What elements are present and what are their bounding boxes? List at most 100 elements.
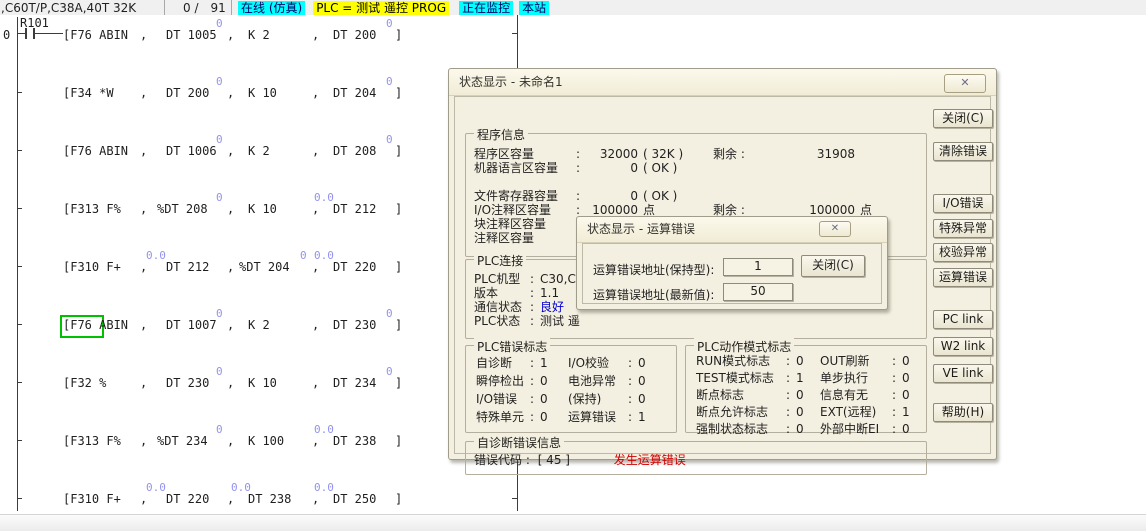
info-line: 程序区容量 : 32000 ( 32K ) 剩余 : 31908 — [474, 147, 922, 161]
operand: K 10 — [248, 86, 277, 100]
instruction: [F76 ABIN — [63, 318, 128, 332]
instruction: [F76 ABIN — [63, 144, 128, 158]
ladder-rung[interactable]: [F76 ABIN , DT 1005 0 , K 2 , DT 200 0 ] — [0, 17, 530, 47]
colon: : — [786, 422, 796, 436]
flag-value: 0 — [796, 405, 820, 419]
pc-link-button[interactable]: PC link — [933, 310, 993, 329]
info-unit: ( OK ) — [638, 189, 713, 203]
io-error-button[interactable]: I/O错误 — [933, 194, 993, 213]
operand: DT 1005 — [166, 28, 217, 42]
monitor-value: 0 — [216, 307, 223, 320]
operand: DT 220 — [166, 492, 209, 506]
monitor-value: 0.0 — [146, 249, 166, 262]
flag-label: (保持) — [568, 392, 628, 406]
flag-label: 自诊断 — [476, 356, 530, 370]
flag-value: 0 — [638, 356, 646, 370]
colon: : — [530, 374, 540, 388]
monitor-value: 0 — [300, 249, 307, 262]
operand: DT 200 — [166, 86, 209, 100]
monitor-value: 0.0 — [314, 191, 334, 204]
info-line: PLC机型 : C30,C60 — [474, 272, 591, 286]
instruction: [F76 ABIN — [63, 28, 128, 42]
colon: : — [530, 300, 540, 314]
monitor-value: 0.0 — [146, 481, 166, 494]
hold-address-value: 1 — [723, 258, 793, 276]
close-button[interactable]: 关闭(C) — [801, 255, 865, 277]
comma: , — [140, 434, 147, 448]
bracket: ] — [395, 86, 402, 100]
operation-error-button[interactable]: 运算错误 — [933, 268, 993, 287]
remaining-unit: 点 — [855, 203, 872, 217]
flag-label: OUT刷新 — [820, 354, 892, 368]
flag-label: 信息有无 — [820, 388, 892, 402]
info-label: 注释区容量 — [474, 231, 576, 245]
comma: , — [312, 144, 319, 158]
instruction: [F313 F% — [63, 434, 121, 448]
colon: : — [628, 374, 638, 388]
info-line: 文件寄存器容量 : 0 ( OK ) — [474, 189, 922, 203]
close-button[interactable]: 关闭(C) — [933, 109, 993, 128]
info-unit: 点 — [638, 203, 713, 217]
plc-mode-flags-groupbox: PLC动作模式标志 RUN模式标志:0 OUT刷新:0 TEST模式标志:1 单… — [685, 345, 927, 433]
flag-value: 0 — [638, 392, 646, 406]
info-line: PLC状态 : 测试 遥 — [474, 314, 591, 328]
rung-stub — [17, 382, 22, 383]
monitor-value: 0 — [216, 133, 223, 146]
flag-label: TEST模式标志 — [696, 371, 786, 385]
bracket: ] — [395, 144, 402, 158]
bracket: ] — [395, 492, 402, 506]
info-label: 程序区容量 — [474, 147, 576, 161]
colon: : — [530, 410, 540, 424]
colon: : — [530, 314, 540, 328]
flag-value: 0 — [796, 422, 820, 436]
dialog-title-bar[interactable]: 状态显示 - 未命名1 — [449, 69, 996, 96]
close-icon[interactable]: ✕ — [944, 74, 986, 93]
comma: , — [227, 376, 234, 390]
operand: K 10 — [248, 376, 277, 390]
colon: : — [576, 189, 586, 203]
info-line: 通信状态 : 良好 — [474, 300, 591, 314]
comma: , — [312, 202, 319, 216]
bracket: ] — [395, 318, 402, 332]
flag-label: 电池异常 — [568, 374, 628, 388]
flag-label: 强制状态标志 — [696, 422, 786, 436]
comma: , — [140, 260, 147, 274]
remaining-label: 剩余 : — [713, 203, 763, 217]
rung-stub — [17, 266, 22, 267]
self-diagnosis-groupbox: 自诊断错误信息 错误代码 : [ 45 ] 发生运算错误 — [465, 441, 927, 475]
verify-abnormal-button[interactable]: 校验异常 — [933, 243, 993, 262]
ve-link-button[interactable]: VE link — [933, 364, 993, 383]
flag-label: 外部中断EI — [820, 422, 892, 436]
close-icon[interactable]: ✕ — [819, 221, 851, 237]
groupbox-legend: PLC连接 — [474, 252, 526, 269]
plc-mode-badge: PLC = 测试 遥控 PROG — [313, 1, 449, 15]
operand: %DT 204 — [239, 260, 290, 274]
flag-label: 瞬停检出 — [476, 374, 530, 388]
statusbar-divider — [231, 0, 232, 15]
flag-value: 1 — [638, 410, 646, 424]
operand: DT 208 — [333, 144, 376, 158]
info-value: 32000 — [586, 147, 638, 161]
flag-label: I/O校验 — [568, 356, 628, 370]
colon: : — [786, 388, 796, 402]
bracket: ] — [395, 376, 402, 390]
help-button[interactable]: 帮助(H) — [933, 403, 993, 422]
plc-error-flags-groupbox: PLC错误标志 自诊断:1 I/O校验:0 瞬停检出:0 电池异常:0 I/O错… — [465, 345, 677, 433]
comma: , — [312, 86, 319, 100]
clear-error-button[interactable]: 清除错误 — [933, 142, 993, 161]
colon: : — [628, 392, 638, 406]
groupbox-legend: PLC动作模式标志 — [694, 338, 794, 355]
monitor-value: 0.0 — [314, 249, 334, 262]
colon: : — [786, 354, 796, 368]
special-abnormal-button[interactable]: 特殊异常 — [933, 219, 993, 238]
horizontal-scrollbar[interactable] — [0, 514, 1146, 531]
instruction: [F313 F% — [63, 202, 121, 216]
operand: DT 204 — [333, 86, 376, 100]
info-value: 100000 — [586, 203, 638, 217]
flag-value: 0 — [540, 374, 568, 388]
station-badge: 本站 — [519, 1, 549, 15]
colon: : — [628, 410, 638, 424]
ladder-rung[interactable]: [F310 F+ , 0.0 DT 220 , 0.0 DT 238 , 0.0… — [0, 481, 530, 511]
w2-link-button[interactable]: W2 link — [933, 337, 993, 356]
comma: , — [140, 376, 147, 390]
